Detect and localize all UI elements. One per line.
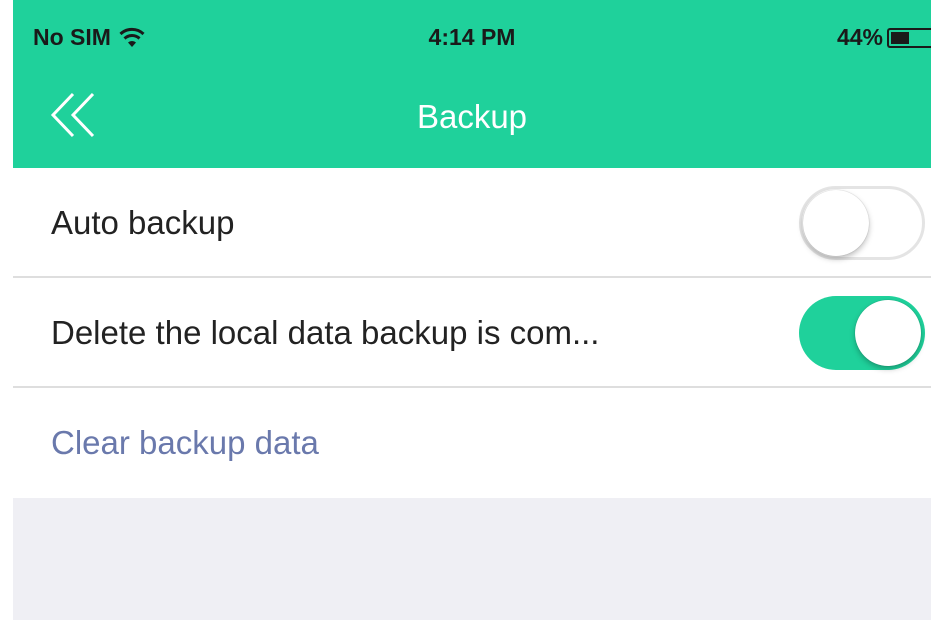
- status-bar: No SIM 4:14 PM 44%: [13, 0, 931, 70]
- status-time: 4:14 PM: [428, 24, 516, 50]
- delete-local-toggle[interactable]: [799, 296, 925, 370]
- auto-backup-label: Auto backup: [51, 204, 235, 241]
- clear-backup-row[interactable]: Clear backup data: [13, 388, 931, 498]
- battery-icon: [887, 27, 931, 48]
- auto-backup-toggle[interactable]: [799, 186, 925, 260]
- clear-backup-label: Clear backup data: [51, 424, 319, 461]
- battery-group: 44%: [837, 24, 931, 51]
- backup-screen: No SIM 4:14 PM 44% Backup Auto backup De…: [13, 0, 931, 620]
- auto-backup-row: Auto backup: [13, 168, 931, 278]
- nav-bar: Backup: [13, 70, 931, 168]
- delete-local-label: Delete the local data backup is com...: [51, 314, 600, 351]
- header: No SIM 4:14 PM 44% Backup: [13, 0, 931, 168]
- settings-list: Auto backup Delete the local data backup…: [13, 168, 931, 498]
- toggle-knob: [803, 190, 869, 256]
- page-title: Backup: [416, 98, 528, 135]
- toggle-knob: [855, 300, 921, 366]
- delete-local-row: Delete the local data backup is com...: [13, 278, 931, 388]
- battery-percent: 44%: [836, 24, 883, 50]
- battery-fill: [891, 31, 910, 44]
